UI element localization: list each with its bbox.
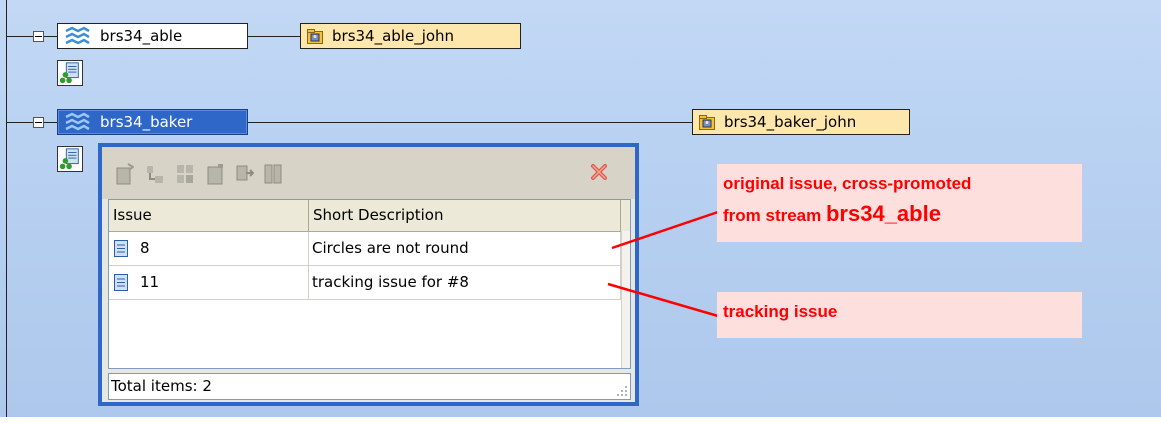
default-group-issues-icon[interactable] [57,60,83,86]
annotation-original-issue: original issue, cross-promoted from stre… [717,164,1082,242]
workspace-icon [699,114,715,130]
issue-number: 8 [140,239,150,257]
stream-node-brs34-able[interactable]: brs34_able [57,23,248,49]
new-issue-icon[interactable] [116,163,134,185]
stream-label: brs34_baker [100,113,193,131]
stream-icon [65,26,90,45]
workspace-label: brs34_able_john [332,27,455,45]
issue-cell: 8 [109,232,309,265]
collapse-toggle[interactable] [33,117,44,128]
issue-group-icon [59,148,79,170]
annotation-stream-name: brs34_able [825,201,941,226]
tree-connector [6,122,33,123]
default-group-issues-icon[interactable] [57,146,83,172]
annotation-prefix: from stream [723,206,826,225]
workspace-node-brs34-baker-john[interactable]: brs34_baker_john [692,109,910,135]
promote-issue-icon[interactable] [176,163,194,185]
issues-toolbar [102,147,635,199]
annotation-text: tracking issue [723,302,838,321]
table-row[interactable]: 11 tracking issue for #8 [109,266,630,300]
bottom-border [0,417,1161,423]
table-row[interactable]: 8 Circles are not round [109,232,630,266]
workspace-label: brs34_baker_john [724,113,857,131]
workspace-node-brs34-able-john[interactable]: brs34_able_john [300,23,521,49]
column-header-issue[interactable]: Issue [109,200,309,231]
resize-grip-icon[interactable] [616,385,628,397]
stream-icon [65,112,90,131]
workspace-connector [248,36,300,37]
total-items-status: Total items: 2 [108,373,631,400]
issue-group-icon [59,62,79,84]
status-text: Total items: 2 [111,377,212,395]
annotation-line-2: from stream brs34_able [723,201,941,227]
default-group-issues-panel: Issue Short Description 8 Circles are no… [98,143,639,406]
short-description-cell: Circles are not round [309,232,621,265]
copy-issue-icon[interactable] [236,163,254,185]
close-icon[interactable] [590,163,608,181]
stream-browser-canvas: brs34_able brs34_able_john brs34_baker b… [0,0,1161,423]
stream-node-brs34-baker[interactable]: brs34_baker [57,109,248,135]
compare-issue-icon[interactable] [264,163,282,185]
vertical-scrollbar[interactable] [621,231,630,368]
issue-cell: 11 [109,266,309,299]
tree-trunk-line [6,0,7,423]
workspace-connector [248,122,692,123]
move-issue-icon[interactable] [146,163,164,185]
issue-icon [114,274,128,291]
annotation-line-1: original issue, cross-promoted [723,174,972,193]
annotation-tracking-issue: tracking issue [717,292,1082,338]
tree-connector [6,36,33,37]
short-description-cell: tracking issue for #8 [309,266,621,299]
issue-icon [114,240,128,257]
stream-label: brs34_able [100,27,183,45]
table-header: Issue Short Description [109,200,630,232]
tree-connector [44,36,57,37]
workspace-icon [307,28,323,44]
column-header-short-description[interactable]: Short Description [309,200,621,231]
remove-issue-icon[interactable] [206,163,224,185]
collapse-toggle[interactable] [33,31,44,42]
issue-number: 11 [140,273,160,291]
tree-connector [44,122,57,123]
issues-table: Issue Short Description 8 Circles are no… [108,199,631,369]
